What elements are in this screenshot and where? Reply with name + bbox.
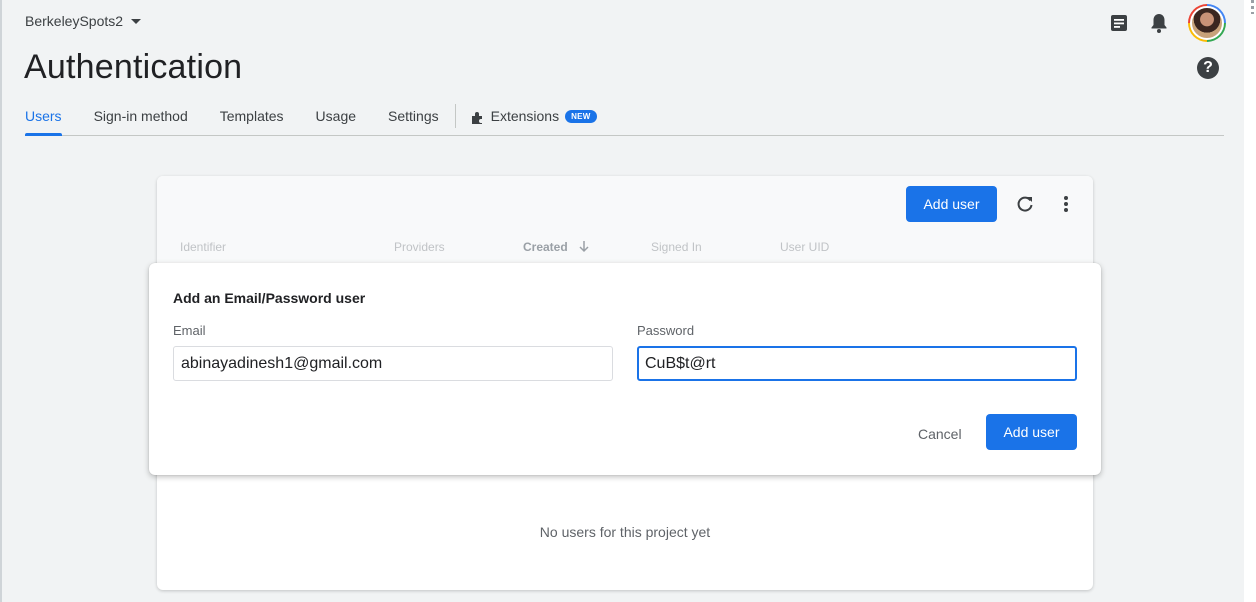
project-name: BerkeleySpots2 <box>25 13 124 29</box>
column-user-uid[interactable]: User UID <box>780 240 829 254</box>
project-selector[interactable]: BerkeleySpots2 <box>25 13 142 29</box>
avatar[interactable] <box>1188 4 1226 42</box>
tab-settings[interactable]: Settings <box>388 100 439 135</box>
column-providers[interactable]: Providers <box>394 240 445 254</box>
password-label: Password <box>637 323 695 338</box>
users-table-header: Identifier Providers Created Signed In U… <box>157 232 1093 262</box>
column-created[interactable]: Created <box>523 240 589 254</box>
tab-bar: Users Sign-in method Templates Usage Set… <box>25 100 1224 136</box>
email-label: Email <box>173 323 206 338</box>
dialog-add-user-button[interactable]: Add user <box>986 414 1077 450</box>
tab-users[interactable]: Users <box>25 100 62 136</box>
refresh-icon[interactable] <box>1014 193 1036 215</box>
new-badge: NEW <box>565 110 597 123</box>
avatar-photo <box>1190 6 1224 40</box>
chevron-down-icon <box>131 18 142 24</box>
column-signed-in[interactable]: Signed In <box>651 240 702 254</box>
dialog-title: Add an Email/Password user <box>173 290 366 306</box>
add-user-dialog: Add an Email/Password user Email Passwor… <box>149 263 1101 475</box>
password-field[interactable] <box>637 346 1077 381</box>
extensions-icon <box>471 112 482 124</box>
window-edge <box>0 0 2 602</box>
scrollbar-thumb[interactable] <box>1251 0 1254 14</box>
sort-arrow-down-icon <box>579 241 589 253</box>
release-notes-icon[interactable] <box>1108 12 1130 34</box>
empty-state-message: No users for this project yet <box>539 524 711 540</box>
cancel-button[interactable]: Cancel <box>918 426 962 442</box>
add-user-button[interactable]: Add user <box>906 186 997 222</box>
header-actions <box>1108 4 1226 42</box>
users-toolbar: Add user <box>157 176 1093 232</box>
tab-divider <box>454 104 456 128</box>
email-field[interactable] <box>173 346 613 381</box>
column-identifier[interactable]: Identifier <box>180 240 226 254</box>
scrollbar-track[interactable] <box>1244 0 1256 602</box>
column-created-label: Created <box>523 240 568 254</box>
more-options-icon[interactable] <box>1055 193 1077 215</box>
tab-templates[interactable]: Templates <box>220 100 284 135</box>
tab-usage[interactable]: Usage <box>316 100 356 135</box>
tab-sign-in-method[interactable]: Sign-in method <box>94 100 188 135</box>
tab-extensions[interactable]: Extensions NEW <box>471 100 597 135</box>
help-icon[interactable]: ? <box>1197 57 1219 79</box>
tab-extensions-label: Extensions <box>490 108 560 124</box>
notifications-icon[interactable] <box>1148 12 1170 34</box>
page-title: Authentication <box>24 48 243 86</box>
